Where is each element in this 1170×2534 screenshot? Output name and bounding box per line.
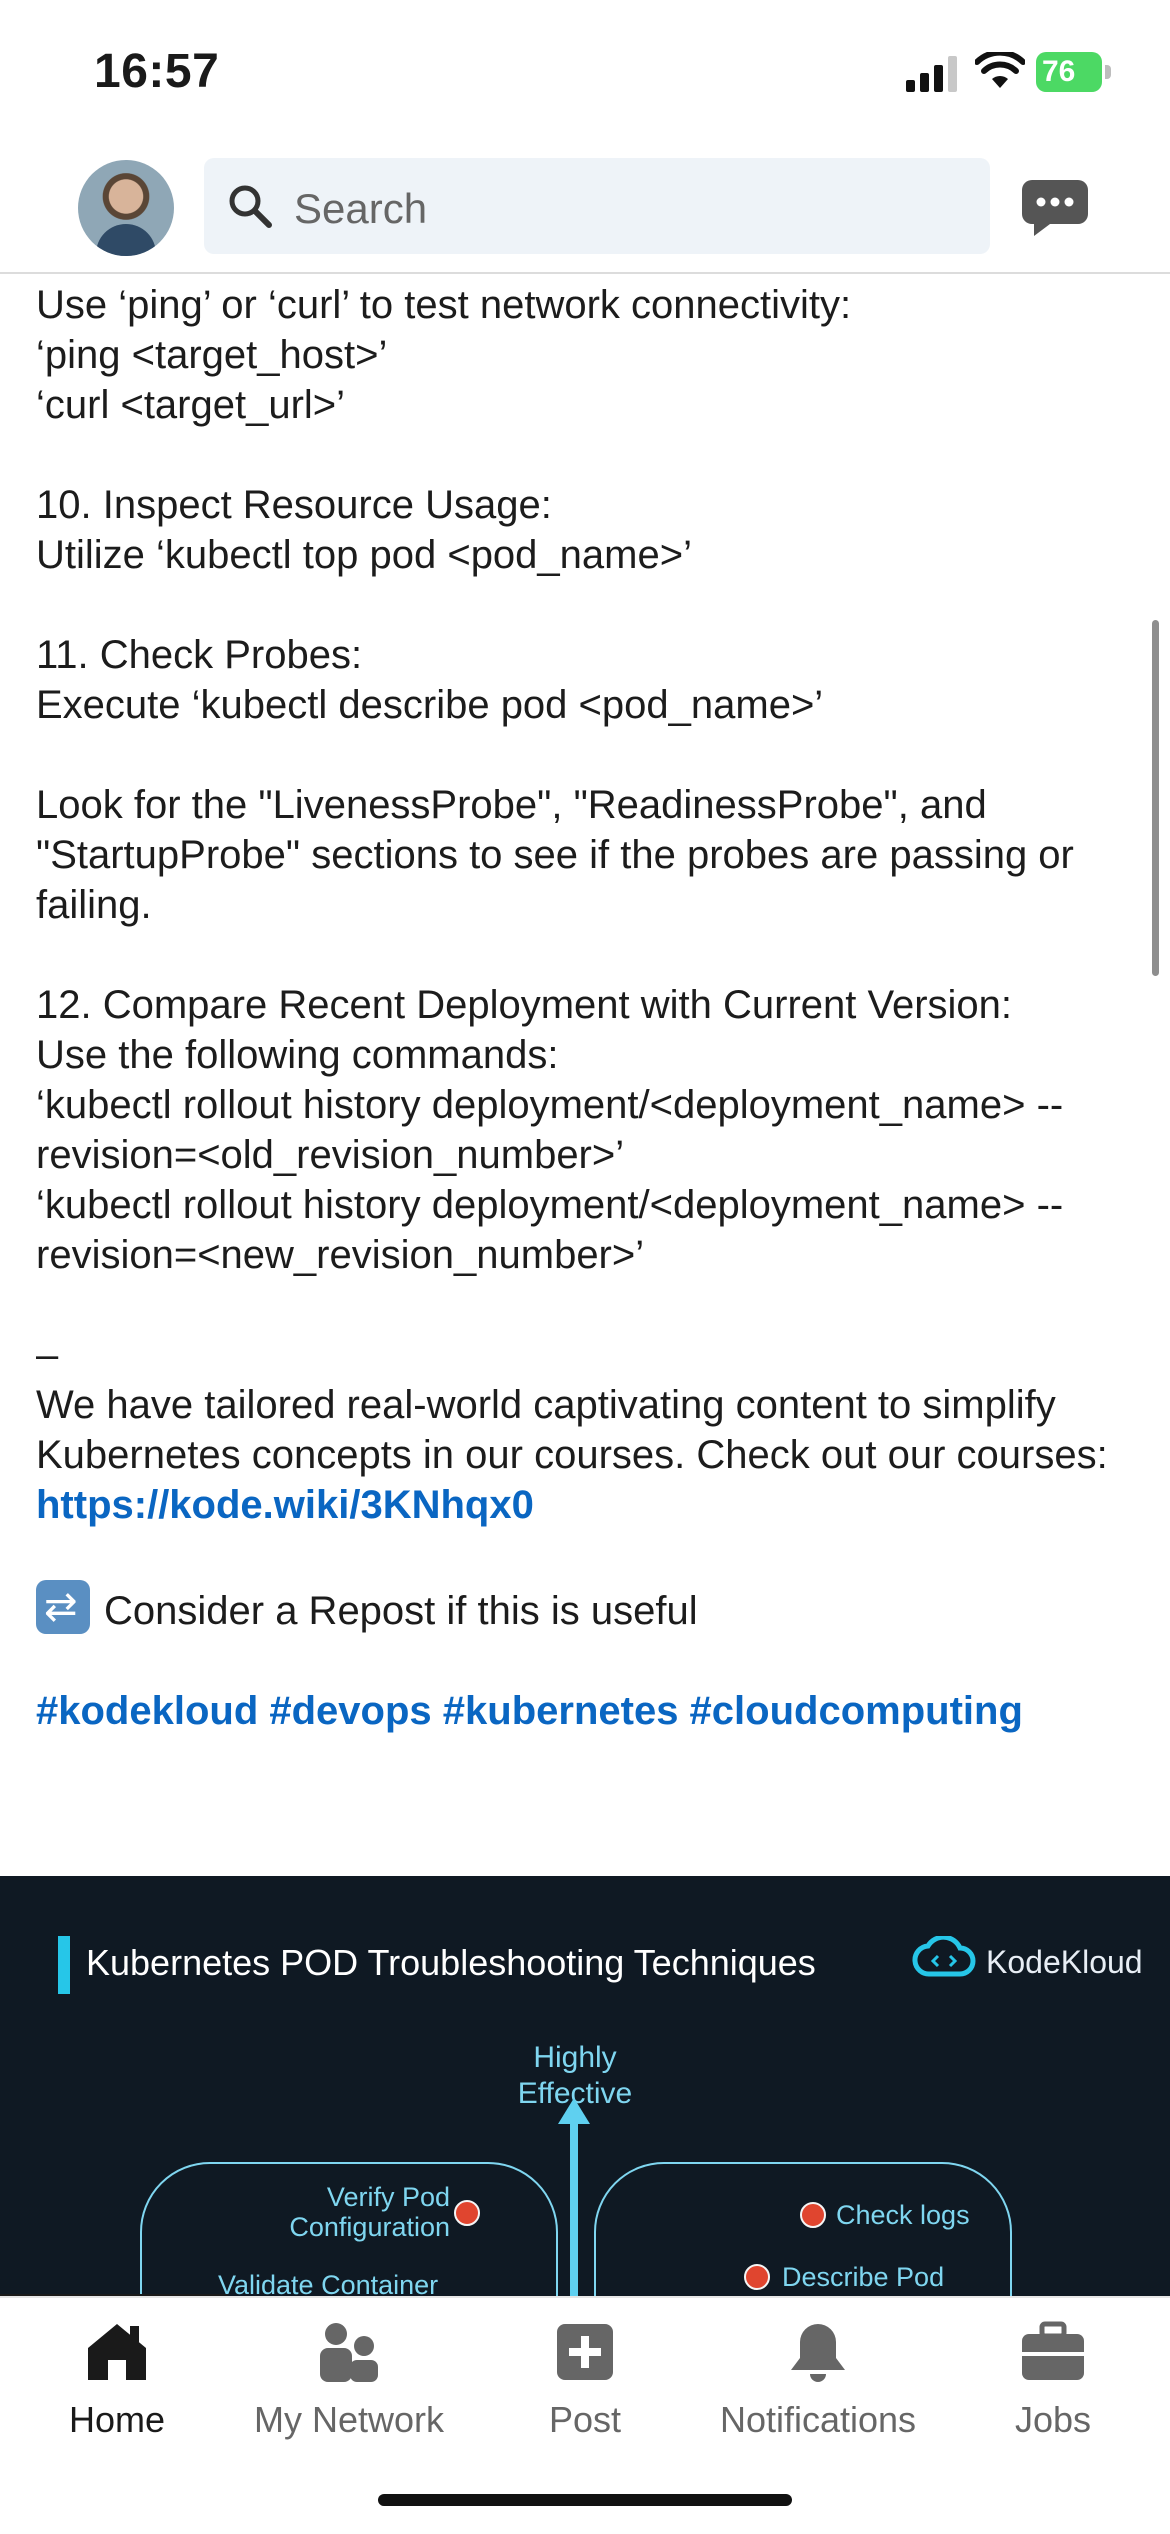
separator: – <box>36 1333 59 1377</box>
nav-my-network[interactable]: My Network <box>234 2320 464 2441</box>
item-verify-pod-config: Verify Pod Configuration <box>289 2182 450 2242</box>
repost-text: Consider a Repost if this is useful <box>104 1589 698 1633</box>
nav-my-network-label: My Network <box>253 2399 445 2440</box>
probes-note: Look for the "LivenessProbe", "Readiness… <box>36 783 1085 927</box>
nav-jobs-label: Jobs <box>1014 2399 1092 2440</box>
nav-home-label: Home <box>68 2399 166 2440</box>
kodekloud-logo-icon <box>912 1936 976 1977</box>
post-image[interactable]: Kubernetes POD Troubleshooting Technique… <box>0 1876 1170 2296</box>
messaging-icon[interactable] <box>1020 178 1090 240</box>
signal-icon <box>906 56 957 92</box>
post-body: Use ‘ping’ or ‘curl’ to test network con… <box>36 280 1146 1736</box>
step11-body: Execute ‘kubectl describe pod <pod_name>… <box>36 683 824 727</box>
bell-icon <box>791 2324 845 2382</box>
battery-icon: 76 <box>1036 52 1112 92</box>
post-icon <box>557 2324 613 2380</box>
nav-jobs[interactable]: Jobs <box>938 2320 1168 2441</box>
repeat-icon <box>36 1580 90 1634</box>
step10-body: Utilize ‘kubectl top pod <pod_name>’ <box>36 533 692 577</box>
courses-paragraph: We have tailored real-world captivating … <box>36 1380 1146 1530</box>
repost-line: Consider a Repost if this is useful <box>36 1580 1146 1636</box>
item-dot <box>744 2264 770 2290</box>
nav-post-label: Post <box>548 2399 622 2440</box>
step10-title: 10. Inspect Resource Usage: <box>36 483 552 527</box>
item-dot <box>800 2202 826 2228</box>
brand-name: KodeKloud <box>986 1944 1143 1980</box>
ping-curl-text: Use ‘ping’ or ‘curl’ to test network con… <box>36 283 852 427</box>
status-time: 16:57 <box>94 45 220 98</box>
item-validate-container: Validate Container <box>218 2270 439 2296</box>
axis-arrow <box>570 2116 578 2296</box>
nav-home[interactable]: Home <box>2 2320 232 2441</box>
step11-title: 11. Check Probes: <box>36 633 363 677</box>
scrollbar[interactable] <box>1152 620 1159 976</box>
battery-level: 76 <box>1042 55 1076 88</box>
home-indicator <box>378 2494 792 2506</box>
courses-link[interactable]: https://kode.wiki/3KNhqx0 <box>36 1483 534 1527</box>
nav-post[interactable]: Post <box>470 2320 700 2441</box>
image-title: Kubernetes POD Troubleshooting Technique… <box>86 1942 816 1983</box>
item-check-logs: Check logs <box>836 2200 970 2230</box>
hashtags[interactable]: #kodekloud #devops #kubernetes #cloudcom… <box>36 1686 1146 1736</box>
top-bar: Search <box>0 150 1170 274</box>
step12-title: 12. Compare Recent Deployment with Curre… <box>36 983 1013 1027</box>
search-input[interactable]: Search <box>204 158 990 254</box>
nav-notifications[interactable]: Notifications <box>703 2320 933 2441</box>
network-icon <box>320 2323 378 2382</box>
status-bar: 16:57 76 <box>0 0 1170 150</box>
search-placeholder: Search <box>294 185 428 232</box>
step12-body: Use the following commands: ‘kubectl rol… <box>36 1033 1064 1277</box>
avatar[interactable] <box>78 160 174 256</box>
briefcase-icon <box>1022 2321 1084 2380</box>
home-icon <box>88 2324 146 2380</box>
nav-notifications-label: Notifications <box>719 2399 917 2440</box>
item-dot <box>454 2200 480 2226</box>
courses-text: We have tailored real-world captivating … <box>36 1383 1119 1477</box>
wifi-icon <box>975 52 1025 88</box>
title-accent-bar <box>58 1936 70 1994</box>
search-icon <box>229 185 272 228</box>
item-describe-pod: Describe Pod <box>782 2262 945 2292</box>
